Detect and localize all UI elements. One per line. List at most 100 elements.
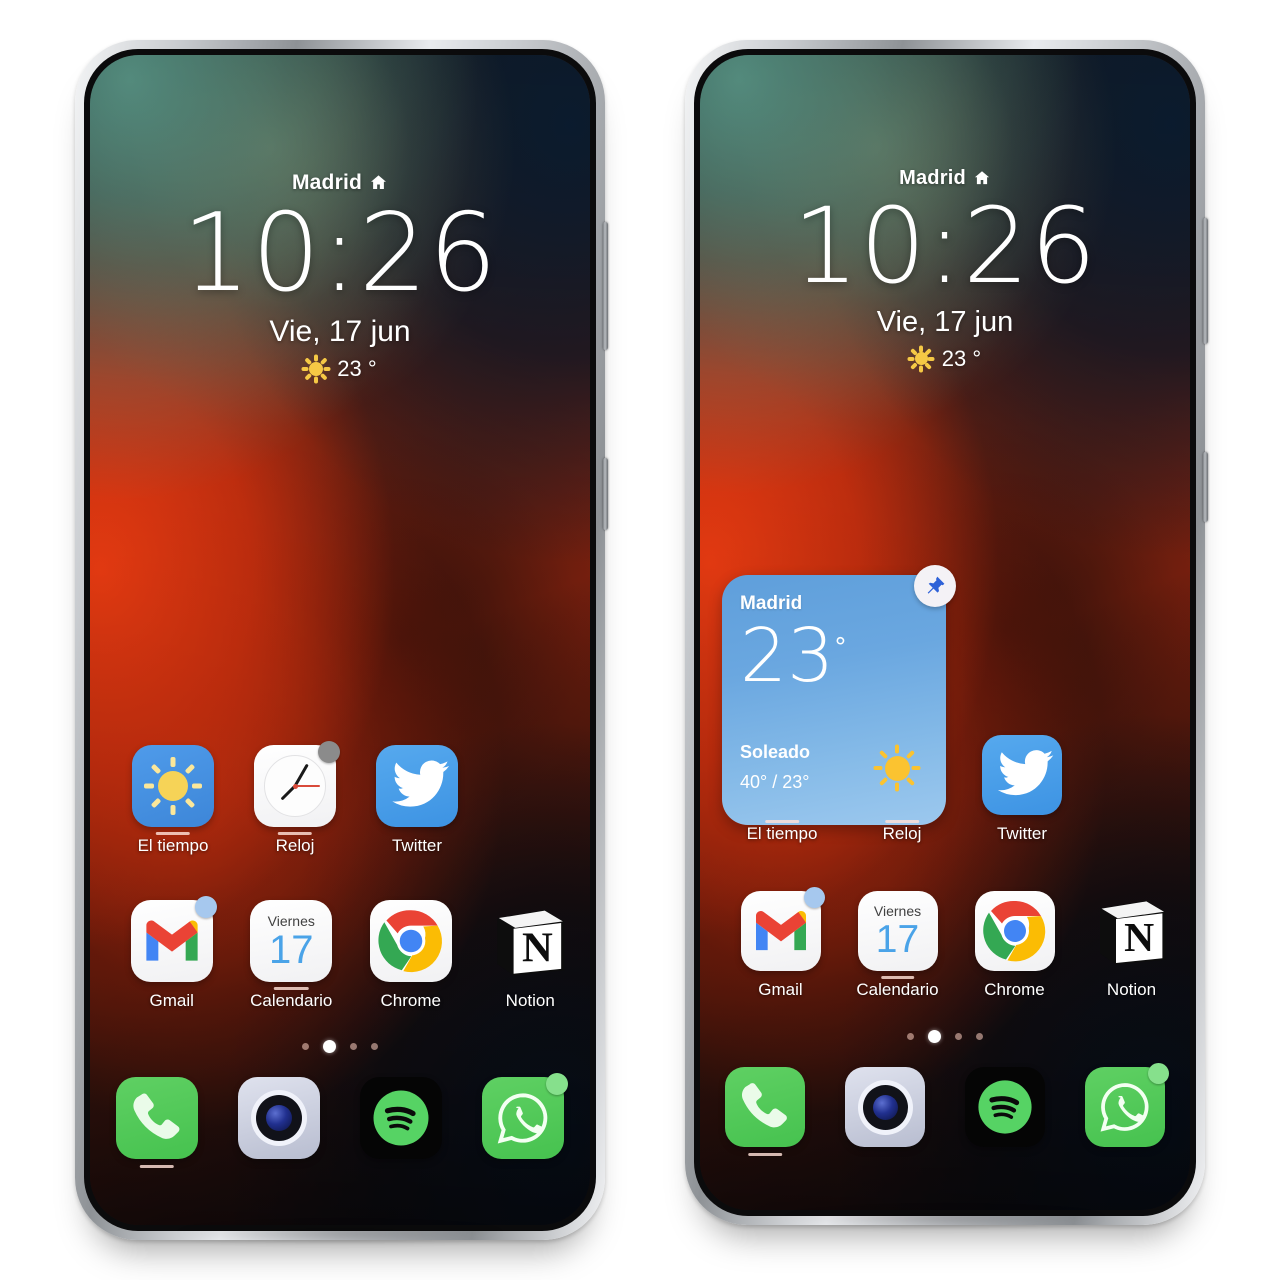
clock-widget-right[interactable]: Madrid 10:26 Vie, 17 jun 23 ° xyxy=(700,167,1190,373)
app-label: Reloj xyxy=(275,836,315,855)
calendar-icon[interactable]: Viernes 17 xyxy=(250,900,333,982)
twitter-icon[interactable] xyxy=(376,745,458,827)
phone-icon[interactable] xyxy=(116,1077,198,1159)
page-dot-active[interactable] xyxy=(928,1030,941,1043)
app-label: El tiempo xyxy=(137,836,209,855)
icon-wrap xyxy=(1085,1063,1169,1147)
clock-time-right: 10:26 xyxy=(792,185,1098,307)
dock-app-whatsapp-right[interactable] xyxy=(1065,1063,1185,1147)
app-calendario-left[interactable]: Viernes 17 Calendario xyxy=(232,900,352,1011)
icon-wrap: N xyxy=(1092,891,1172,971)
notification-badge xyxy=(803,887,825,908)
power-button-left-phone[interactable] xyxy=(603,458,608,530)
icon-wrap xyxy=(116,1077,198,1168)
phone-screen-left: Madrid 10:26 Vie, 17 jun 23 ° El tiempo … xyxy=(90,55,590,1225)
clock-widget-left[interactable]: Madrid 10:26 Vie, 17 jun 23 ° xyxy=(90,171,590,384)
icon-wrap xyxy=(132,745,214,835)
app-twitter-left[interactable]: Twitter xyxy=(356,745,478,856)
app-reloj-left[interactable]: Reloj xyxy=(234,741,356,856)
calendar-icon[interactable]: Viernes 17 xyxy=(857,891,938,971)
app-el-tiempo-right[interactable]: El tiempo xyxy=(722,735,842,844)
app-open-indicator xyxy=(880,976,915,979)
app-gmail-left[interactable]: Gmail xyxy=(112,896,232,1011)
icon-wrap xyxy=(376,745,458,827)
page-dot[interactable] xyxy=(371,1043,378,1050)
app-reloj-right[interactable]: Reloj xyxy=(842,735,962,844)
power-button-right-phone[interactable] xyxy=(1203,452,1208,522)
page-indicator-right[interactable] xyxy=(700,1030,1190,1043)
camera-icon[interactable] xyxy=(845,1067,925,1147)
dock-app-camara-left[interactable] xyxy=(218,1077,340,1159)
clock-face xyxy=(263,754,327,818)
app-grid-row1-right: El tiempo Reloj Twitter xyxy=(700,735,1190,844)
spotify-icon[interactable] xyxy=(360,1077,442,1159)
twitter-icon[interactable] xyxy=(982,735,1062,815)
icon-wrap xyxy=(725,1067,805,1156)
dock-app-camara-right[interactable] xyxy=(825,1067,945,1147)
icon-wrap xyxy=(862,735,942,823)
page-dot[interactable] xyxy=(976,1033,983,1040)
app-gmail-right[interactable]: Gmail xyxy=(722,887,839,1000)
icon-wrap xyxy=(965,1067,1045,1147)
page-indicator-left[interactable] xyxy=(90,1040,590,1053)
lock-weather-right: 23 ° xyxy=(700,345,1190,373)
app-el-tiempo-left[interactable]: El tiempo xyxy=(112,745,234,856)
weather-widget-degree-symbol: ° xyxy=(834,632,847,662)
second-hand xyxy=(295,785,320,787)
app-label: Reloj xyxy=(882,824,922,843)
home-icon xyxy=(369,173,388,196)
page-dot[interactable] xyxy=(350,1043,357,1050)
sun-icon xyxy=(301,354,331,384)
icon-wrap xyxy=(742,735,822,823)
spotify-icon[interactable] xyxy=(965,1067,1045,1147)
screenshot-root: Madrid 10:26 Vie, 17 jun 23 ° El tiempo … xyxy=(0,0,1280,1280)
sun-icon xyxy=(907,345,935,373)
home-row: Gmail Viernes 17 Calendario Chrome N Not… xyxy=(700,887,1190,1000)
app-open-indicator xyxy=(748,1153,782,1156)
chrome-icon[interactable] xyxy=(974,891,1055,971)
dock-app-spotify-left[interactable] xyxy=(340,1077,462,1159)
phone-screen-right: Madrid 10:26 Vie, 17 jun 23 ° Madrid 23°… xyxy=(700,55,1190,1210)
icon-wrap xyxy=(845,1067,925,1147)
page-dot[interactable] xyxy=(907,1033,914,1040)
app-twitter-right[interactable]: Twitter xyxy=(962,735,1082,844)
weather-widget-temperature: 23° xyxy=(740,619,847,693)
app-notion-left[interactable]: N Notion xyxy=(471,900,591,1011)
app-chrome-left[interactable]: Chrome xyxy=(351,900,471,1011)
calendar-day: 17 xyxy=(269,927,314,972)
dock-app-telefono-right[interactable] xyxy=(705,1067,825,1156)
page-dot-active[interactable] xyxy=(323,1040,336,1053)
app-label: Gmail xyxy=(758,980,803,999)
weather-widget-city: Madrid xyxy=(740,593,803,614)
notification-badge xyxy=(546,1073,568,1095)
calendar-day: 17 xyxy=(875,918,920,961)
page-dot[interactable] xyxy=(302,1043,309,1050)
volume-button-right-phone[interactable] xyxy=(1203,218,1208,344)
app-calendario-right[interactable]: Viernes 17 Calendario xyxy=(839,891,956,1000)
pin-icon[interactable] xyxy=(914,565,956,607)
app-notion-right[interactable]: N Notion xyxy=(1073,891,1190,1000)
notion-icon[interactable]: N xyxy=(489,900,571,982)
clock-date-left: Vie, 17 jun xyxy=(269,314,411,348)
weather-icon[interactable] xyxy=(132,745,214,827)
icon-wrap xyxy=(482,1073,568,1159)
dock-app-telefono-left[interactable] xyxy=(96,1077,218,1168)
weather-widget-temp-value: 23 xyxy=(740,613,835,699)
phone-icon[interactable] xyxy=(725,1067,805,1147)
dock-app-spotify-right[interactable] xyxy=(945,1067,1065,1147)
svg-text:N: N xyxy=(1124,914,1154,960)
app-label: Notion xyxy=(1106,980,1157,999)
home-row: El tiempo Reloj Twitter xyxy=(700,735,1190,844)
icon-wrap: Viernes 17 xyxy=(250,900,333,990)
app-chrome-right[interactable]: Chrome xyxy=(956,891,1073,1000)
notion-icon[interactable]: N xyxy=(1092,891,1172,971)
chrome-icon[interactable] xyxy=(369,900,452,982)
app-open-indicator xyxy=(155,832,191,835)
dock-app-whatsapp-left[interactable] xyxy=(462,1073,584,1159)
volume-button-left-phone[interactable] xyxy=(603,222,608,350)
app-label: Calendario xyxy=(250,991,333,1010)
icon-wrap xyxy=(130,896,217,982)
page-dot[interactable] xyxy=(955,1033,962,1040)
svg-text:N: N xyxy=(522,925,553,972)
camera-icon[interactable] xyxy=(238,1077,320,1159)
